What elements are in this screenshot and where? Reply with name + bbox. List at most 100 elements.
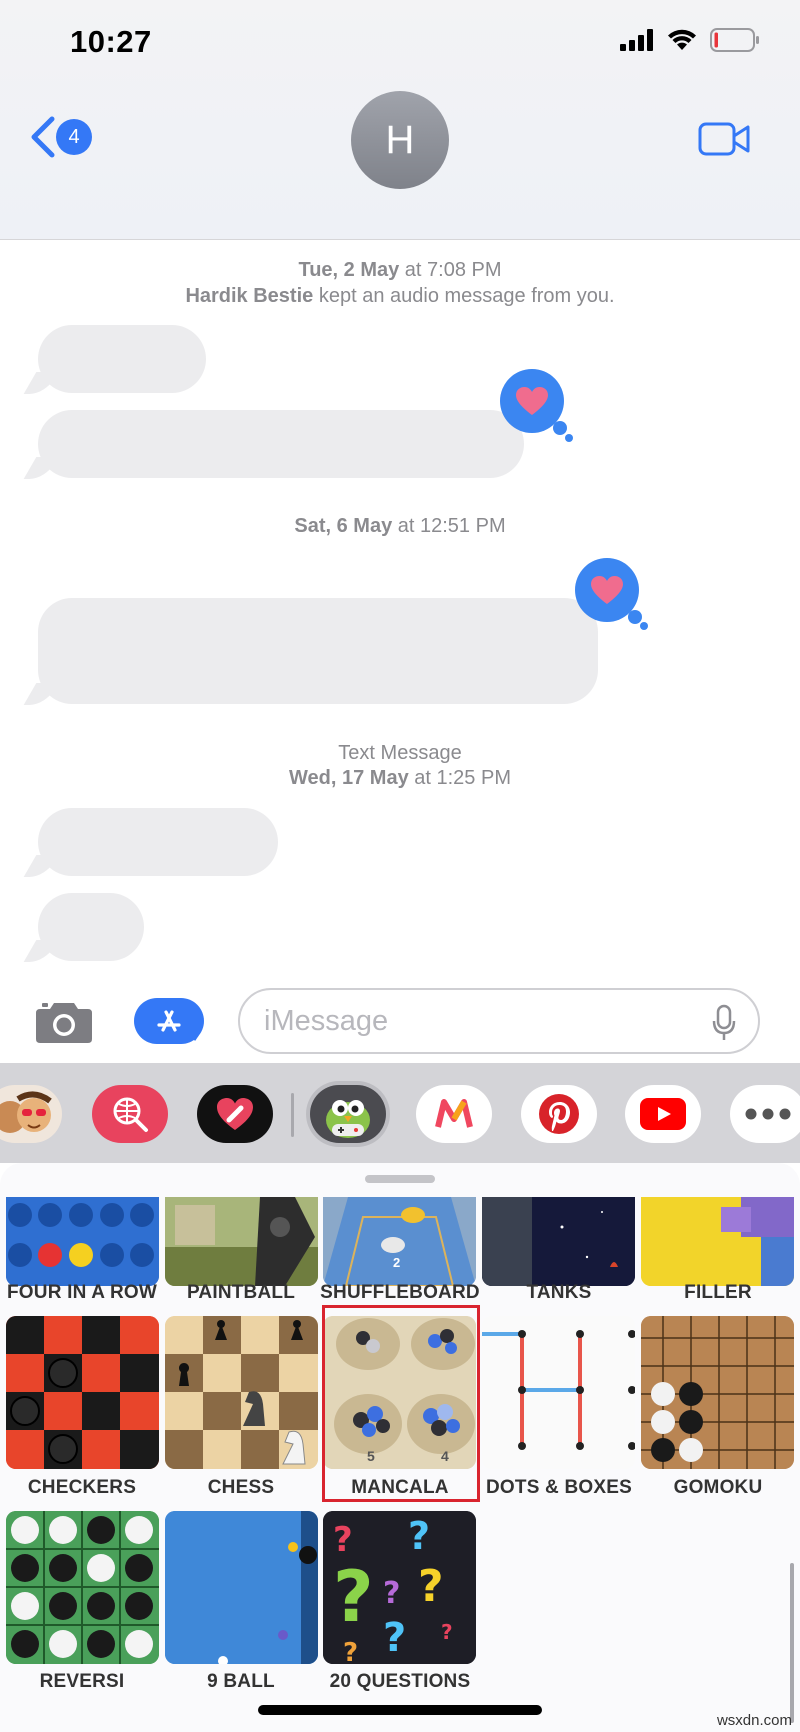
paintball-scene (165, 1197, 318, 1286)
contact-avatar[interactable]: H (351, 91, 449, 189)
pinterest-app[interactable] (521, 1085, 597, 1143)
game-label: SHUFFLEBOARD (320, 1282, 480, 1303)
game-tile-20-questions[interactable]: ? ? ? ? ? ? ? ? (323, 1511, 476, 1664)
imessage-apps-strip (0, 1063, 800, 1163)
filler-board (641, 1197, 794, 1286)
app-store-button-edge (192, 1003, 203, 1041)
svg-text:?: ? (333, 1556, 374, 1638)
tanks-scene (482, 1197, 635, 1286)
watermark: wsxdn.com (716, 1712, 792, 1729)
tapback-dot (565, 434, 573, 442)
game-tile-paintball[interactable] (165, 1197, 318, 1286)
youtube-app[interactable] (625, 1085, 701, 1143)
game-label: TANKS (526, 1282, 592, 1303)
received-message-bubble[interactable] (38, 325, 206, 393)
game-label: CHESS (207, 1477, 275, 1498)
dots-and-boxes-board (482, 1316, 635, 1469)
back-button[interactable]: 4 (28, 115, 92, 159)
game-label: 20 QUESTIONS (329, 1671, 471, 1692)
svg-text:?: ? (418, 1561, 444, 1612)
game-label: FILLER (684, 1282, 752, 1303)
game-label: DOTS & BOXES (486, 1477, 632, 1498)
game-tile-four-in-a-row[interactable] (6, 1197, 159, 1286)
game-label: FOUR IN A ROW (6, 1282, 157, 1303)
imessage-input[interactable]: iMessage (238, 988, 760, 1054)
digital-touch-app[interactable] (197, 1085, 273, 1143)
checkers-board (6, 1316, 159, 1469)
system-note: Hardik Bestie kept an audio message from… (0, 283, 800, 309)
gomoku-board (641, 1316, 794, 1469)
game-pigeon-app[interactable] (310, 1085, 386, 1143)
timestamp-2-time: at 12:51 PM (392, 515, 506, 537)
imessage-placeholder: iMessage (264, 1004, 389, 1037)
game-pigeon-sheet: FOUR IN A ROW PAINTBALL 2 SHUFFLEBOARD T… (0, 1163, 800, 1732)
timestamp-3-time: at 1:25 PM (408, 767, 511, 789)
pinterest-icon (539, 1094, 579, 1134)
received-message-bubble[interactable] (38, 893, 144, 961)
chess-board (165, 1316, 318, 1469)
timestamp-1: Tue, 2 May at 7:08 PM (0, 257, 800, 283)
status-time: 10:27 (70, 24, 152, 59)
myntra-icon (435, 1099, 473, 1128)
memoji-stickers-app[interactable] (0, 1085, 62, 1143)
more-apps-button[interactable] (730, 1085, 800, 1143)
tapback-dot (553, 421, 567, 435)
game-tile-tanks[interactable] (482, 1197, 635, 1286)
game-tile-filler[interactable] (641, 1197, 794, 1286)
game-label: GOMOKU (673, 1477, 763, 1498)
shuffleboard-score: 2 (393, 1255, 401, 1270)
timestamp-1-day: Tue, 2 May (298, 259, 400, 281)
timestamp-2-day: Sat, 6 May (294, 515, 393, 537)
camera-icon (36, 1003, 92, 1043)
svg-text:?: ? (333, 1520, 353, 1560)
svg-text:?: ? (408, 1514, 430, 1558)
sheet-scrollbar[interactable] (790, 1563, 794, 1723)
chevron-left-icon (31, 116, 55, 158)
question-marks-art: ? ? ? ? ? ? ? ? (323, 1511, 476, 1664)
images-search-app[interactable] (92, 1085, 168, 1143)
facetime-video-button[interactable] (698, 122, 750, 161)
pool-table (165, 1511, 318, 1664)
myntra-app[interactable] (416, 1085, 492, 1143)
timestamp-2: Sat, 6 May at 12:51 PM (0, 513, 800, 539)
status-icons (620, 28, 760, 52)
cellular-signal-icon (620, 29, 653, 51)
received-message-bubble[interactable] (38, 598, 598, 704)
game-tile-9-ball[interactable] (165, 1511, 318, 1664)
game-label: PAINTBALL (186, 1282, 296, 1303)
timestamp-3-service: Text Message (338, 742, 462, 764)
received-message-bubble[interactable] (38, 808, 278, 876)
game-label: REVERSI (39, 1671, 125, 1692)
heart-icon (516, 387, 548, 415)
strip-divider (291, 1093, 294, 1137)
app-store-icon (157, 1010, 181, 1032)
sheet-grabber[interactable] (365, 1175, 435, 1183)
timestamp-3: Wed, 17 May at 1:25 PM (0, 765, 800, 791)
game-tile-dots-and-boxes[interactable] (482, 1316, 635, 1469)
unread-count-badge: 4 (56, 119, 92, 155)
mancala-selection-highlight (322, 1305, 480, 1502)
microphone-icon[interactable] (712, 1004, 736, 1042)
svg-text:?: ? (343, 1638, 358, 1664)
game-tile-checkers[interactable] (6, 1316, 159, 1469)
game-pigeon-icon (326, 1100, 370, 1138)
conversation-header: 10:27 4 H (0, 0, 800, 240)
system-note-name: Hardik Bestie (185, 285, 314, 307)
game-label: CHECKERS (27, 1477, 137, 1498)
globe-search-icon (113, 1097, 148, 1132)
home-indicator[interactable] (258, 1705, 542, 1715)
video-camera-icon (698, 122, 750, 156)
youtube-icon (640, 1098, 686, 1130)
game-tile-chess[interactable] (165, 1316, 318, 1469)
received-message-bubble[interactable] (38, 410, 524, 478)
battery-low-icon (710, 28, 759, 52)
four-in-a-row-board (6, 1197, 159, 1286)
game-tile-shuffleboard[interactable]: 2 (323, 1197, 476, 1286)
game-tile-gomoku[interactable] (641, 1316, 794, 1469)
reversi-board (6, 1511, 159, 1664)
more-icon (745, 1108, 791, 1120)
game-tile-reversi[interactable] (6, 1511, 159, 1664)
heart-icon (591, 576, 623, 604)
camera-button[interactable] (34, 1000, 94, 1049)
tapback-dot (628, 610, 642, 624)
